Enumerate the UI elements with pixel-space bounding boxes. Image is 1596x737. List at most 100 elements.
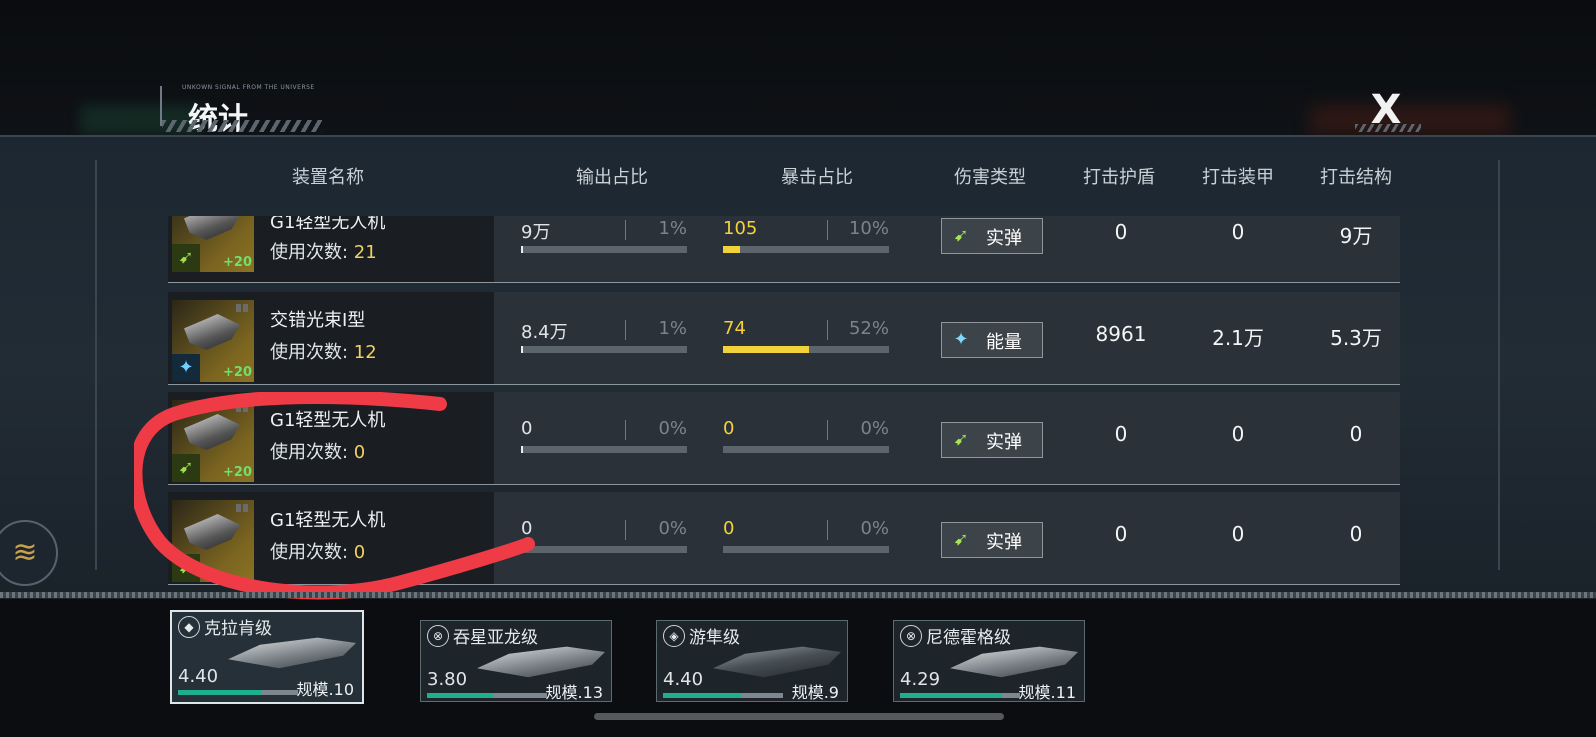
hit-shield-value: 0	[1114, 522, 1128, 546]
device-cell: ✦ +20 交错光束I型 使用次数: 12	[168, 292, 494, 384]
output-percent: 1%	[658, 318, 687, 339]
col-header-hit-shield: 打击护盾	[1083, 167, 1155, 188]
crit-bar	[723, 346, 889, 353]
home-indicator[interactable]	[594, 713, 1004, 720]
device-cell: ➹ G1轻型无人机 使用次数: 0	[168, 492, 494, 584]
crit-bar	[723, 446, 889, 453]
output-share-cell: 0 0%	[521, 418, 687, 458]
output-percent: 0%	[658, 418, 687, 439]
ship-class-name: 游隼级	[689, 628, 740, 648]
ship-power-bar	[427, 693, 547, 698]
device-image	[184, 414, 240, 450]
enhance-level: +20	[223, 365, 252, 380]
output-value: 9万	[521, 222, 551, 243]
col-header-hit-armor: 打击装甲	[1202, 167, 1274, 188]
ship-card[interactable]: ⊗ 吞星亚龙级 3.80 规模.13	[420, 620, 612, 702]
ship-power: 4.29	[900, 669, 941, 690]
close-stripes	[1355, 124, 1421, 132]
output-share-cell: 8.4万 1%	[521, 318, 687, 358]
title-stripes	[162, 120, 322, 132]
ship-card[interactable]: ◈ 游隼级 4.40 规模.9	[656, 620, 848, 702]
damage-type-label: 实弹	[986, 532, 1022, 553]
table-row[interactable]: ➹ G1轻型无人机 使用次数: 0 0 0% 0 0% ➹ 实弹 0 0 0	[168, 492, 1400, 585]
ship-scale: 规模.10	[296, 680, 354, 699]
ship-image	[713, 646, 841, 678]
col-header-device-name: 装置名称	[292, 167, 364, 188]
ship-power-bar	[663, 693, 783, 698]
crit-share-cell: 105 10%	[723, 218, 889, 258]
ship-card[interactable]: ⊗ 尼德霍格级 4.29 规模.11	[893, 620, 1085, 702]
output-share-cell: 0 0%	[521, 518, 687, 558]
ship-class-icon: ⊗	[427, 625, 449, 647]
use-count-value: 21	[353, 242, 377, 263]
ship-image	[228, 637, 356, 669]
output-share-cell: 9万 1%	[521, 218, 687, 258]
hit-shield-value: 0	[1114, 422, 1128, 446]
output-value: 0	[521, 418, 533, 439]
ship-power: 4.40	[663, 669, 704, 690]
device-thumbnail: ✦ +20	[172, 300, 254, 382]
output-bar-fill	[521, 546, 523, 553]
device-name: G1轻型无人机	[270, 510, 386, 531]
crit-share-cell: 0 0%	[723, 418, 889, 458]
damage-type-label: 实弹	[986, 432, 1022, 453]
ship-class-name: 克拉肯级	[204, 619, 272, 639]
device-image	[184, 514, 240, 550]
table-row[interactable]: ➹ +20 G1轻型无人机 使用次数: 0 0 0% 0 0% ➹ 实弹 0 0…	[168, 392, 1400, 485]
device-thumbnail: ➹ +20	[172, 216, 254, 272]
output-value: 0	[521, 518, 533, 539]
enhance-level: +20	[223, 255, 252, 270]
col-header-damage-type: 伤害类型	[954, 167, 1026, 188]
damage-type-badge: ➹ 实弹	[941, 422, 1043, 458]
output-percent: 0%	[658, 518, 687, 539]
rarity-mark	[236, 404, 250, 412]
rarity-mark	[236, 504, 250, 512]
output-bar	[521, 346, 687, 353]
ship-class-name: 尼德霍格级	[926, 628, 1011, 648]
damage-type-badge: ✦ 能量	[941, 322, 1043, 358]
hit-armor-value: 0	[1231, 522, 1245, 546]
output-bar-fill	[521, 346, 523, 353]
kinetic-icon: ➹	[172, 454, 200, 482]
kinetic-icon: ➹	[953, 529, 969, 550]
energy-icon: ✦	[953, 329, 969, 350]
crit-bar	[723, 546, 889, 553]
use-count: 使用次数: 12	[270, 342, 377, 363]
device-name: G1轻型无人机	[270, 410, 386, 431]
crit-percent: 10%	[848, 218, 889, 239]
damage-type-label: 能量	[986, 332, 1022, 353]
use-count: 使用次数: 0	[270, 542, 366, 563]
damage-type-badge: ➹ 实弹	[941, 218, 1043, 254]
device-thumbnail: ➹ +20	[172, 400, 254, 482]
ship-scale: 规模.11	[1018, 683, 1076, 702]
crit-value: 105	[723, 218, 758, 239]
ship-image	[477, 646, 605, 678]
ship-card[interactable]: ◆ 克拉肯级 4.40 规模.10	[170, 610, 364, 704]
use-count: 使用次数: 0	[270, 442, 366, 463]
output-bar	[521, 446, 687, 453]
hit-armor-value: 2.1万	[1212, 326, 1264, 350]
device-cell: ➹ +20 G1轻型无人机 使用次数: 0	[168, 392, 494, 484]
ship-class-name: 吞星亚龙级	[453, 628, 538, 648]
hit-structure-value: 0	[1349, 522, 1363, 546]
table-row[interactable]: ➹ +20 G1轻型无人机 使用次数: 21 9万 1% 105 10% ➹ 实…	[168, 216, 1400, 283]
use-count: 使用次数: 21	[270, 242, 377, 263]
ship-power-bar	[178, 690, 298, 695]
device-image	[184, 314, 240, 350]
device-name: 交错光束I型	[270, 310, 366, 331]
crit-value: 0	[723, 518, 735, 539]
crit-percent: 0%	[860, 518, 889, 539]
hit-armor-value: 0	[1231, 422, 1245, 446]
output-bar-fill	[521, 446, 523, 453]
crit-bar-fill	[723, 246, 740, 253]
ship-power: 4.40	[178, 666, 219, 687]
table-row[interactable]: ✦ +20 交错光束I型 使用次数: 12 8.4万 1% 74 52% ✦ 能…	[168, 292, 1400, 385]
kinetic-icon: ➹	[953, 225, 969, 246]
hit-shield-value: 8961	[1095, 322, 1147, 346]
panel-divider	[0, 592, 1596, 598]
device-thumbnail: ➹	[172, 500, 254, 582]
col-header-crit-share: 暴击占比	[781, 167, 853, 188]
device-name: G1轻型无人机	[270, 216, 386, 233]
ship-class-icon: ◈	[663, 625, 685, 647]
device-image	[184, 216, 240, 240]
